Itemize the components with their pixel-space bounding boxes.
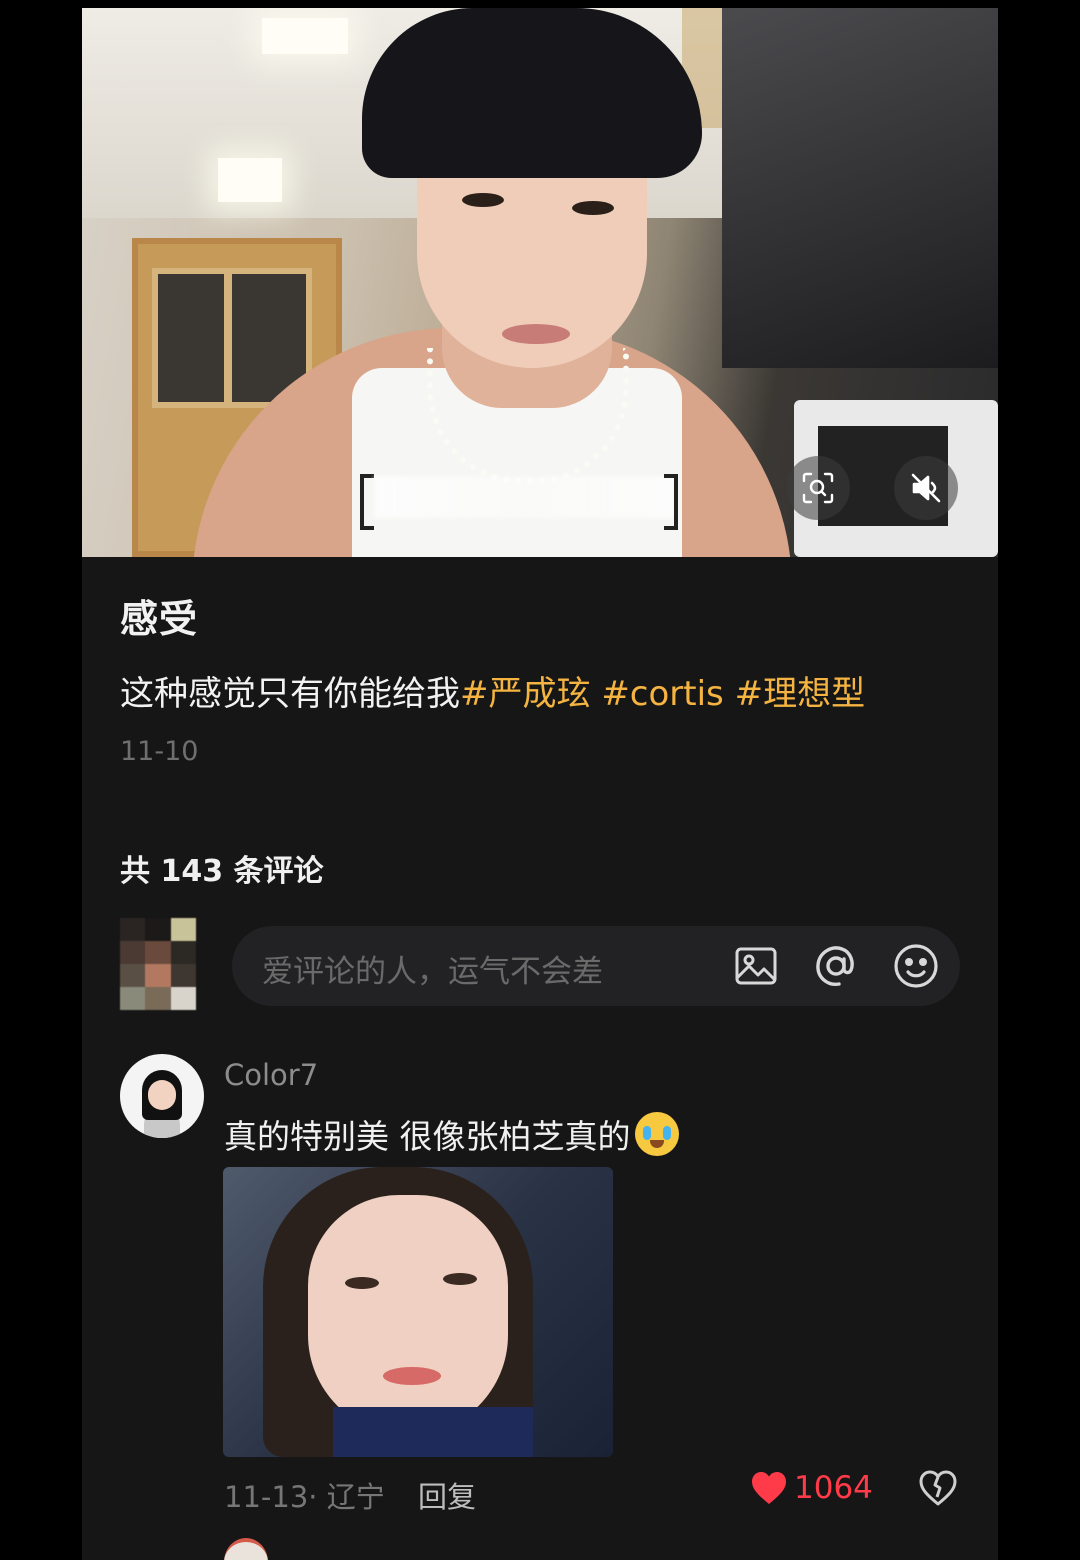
reply-button[interactable]: 回复 (418, 1474, 476, 1516)
at-icon[interactable] (812, 942, 860, 990)
ceiling-light (218, 158, 282, 202)
photo-face (308, 1195, 508, 1435)
commenter-avatar[interactable] (120, 1054, 204, 1138)
next-commenter-avatar[interactable] (224, 1538, 268, 1560)
image-icon[interactable] (732, 942, 780, 990)
photo-eye (345, 1277, 379, 1289)
subtitle-blurred (374, 476, 674, 518)
comment-input[interactable]: 爱评论的人，运气不会差 (232, 926, 960, 1006)
hashtag-link[interactable]: #cortis (601, 674, 723, 714)
comment-count: 共 143 条评论 (120, 854, 324, 889)
emoji-icon[interactable] (892, 942, 940, 990)
scan-search-button[interactable] (786, 456, 850, 520)
post-description-text: 这种感觉只有你能给我 (120, 674, 460, 714)
volume-mute-icon (911, 473, 941, 503)
subtitle-bracket-left (360, 474, 374, 530)
comment-image[interactable] (223, 1167, 613, 1457)
scan-search-icon (802, 472, 834, 504)
ceiling-light (262, 18, 348, 54)
photo-coat (333, 1407, 533, 1457)
comment-text: 真的特别美 很像张柏芝真的 (224, 1110, 679, 1158)
like-button[interactable]: 1064 (750, 1470, 873, 1506)
photo-eye (443, 1273, 477, 1285)
like-count: 1064 (794, 1470, 873, 1506)
post-description: 这种感觉只有你能给我#严成玹 #cortis #理想型 (120, 666, 865, 715)
person-hair (362, 8, 702, 178)
photo-lips (383, 1367, 441, 1385)
hashtag-link[interactable]: #理想型 (735, 674, 866, 714)
mute-button[interactable] (894, 456, 958, 520)
commenter-name[interactable]: Color7 (224, 1058, 318, 1092)
post-date: 11-10 (120, 736, 199, 767)
avatar-face (148, 1080, 176, 1110)
post-title: 感受 (120, 597, 199, 641)
comment-input-placeholder: 爱评论的人，运气不会差 (262, 954, 603, 990)
person-lips (502, 324, 570, 344)
range-hood (722, 8, 998, 368)
comment-meta: 11-13· 辽宁 (224, 1480, 385, 1514)
person-eye (462, 193, 504, 207)
hashtag-link[interactable]: #严成玹 (460, 674, 591, 714)
heart-filled-icon (752, 1472, 786, 1504)
subtitle-bracket-right (664, 474, 678, 530)
video-player[interactable] (82, 8, 998, 557)
my-avatar[interactable] (120, 918, 196, 1010)
broken-heart-icon[interactable] (918, 1468, 958, 1508)
person-eye (572, 201, 614, 215)
post-detail-screen: 感受 这种感觉只有你能给我#严成玹 #cortis #理想型 11-10 共 1… (82, 8, 998, 1560)
crying-laughing-emoji-icon (634, 1112, 679, 1156)
comment-text-body: 真的特别美 很像张柏芝真的 (224, 1117, 631, 1156)
